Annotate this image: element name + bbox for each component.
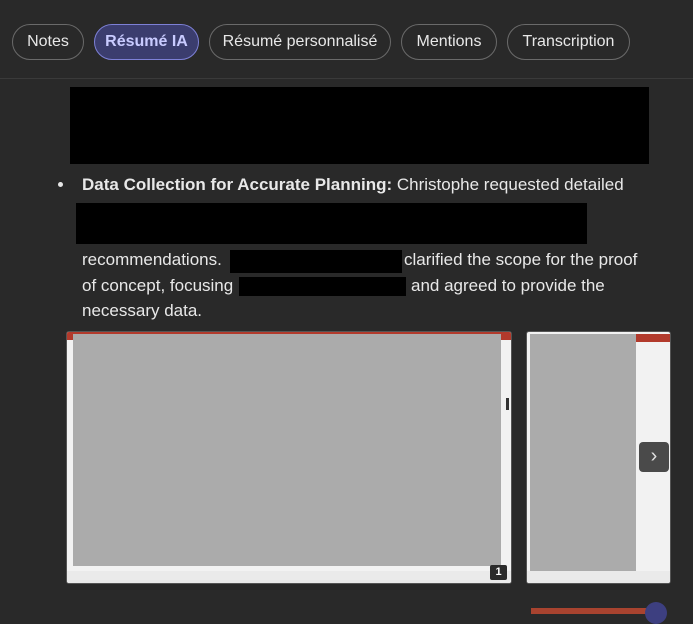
text-concept: of concept, focusing [82,276,234,295]
thumbnail-redacted-area-2 [530,334,636,572]
bullet-title: Data Collection for Accurate Planning: [82,175,393,194]
redacted-name-1 [230,250,402,273]
summary-line-5: necessary data. [82,300,202,322]
text-clarified: clarified the scope for the proof [404,250,638,269]
thumbnail-taskbar-2 [527,571,670,583]
summary-line-4: of concept, focusing [82,275,233,297]
tab-bar: Notes Résumé IA Résumé personnalisé Ment… [0,0,693,79]
tab-resume-personnalise[interactable]: Résumé personnalisé [209,24,391,60]
thumbnail-redacted-area [73,334,501,566]
chevron-right-icon[interactable]: › [639,442,669,472]
summary-line-3: recommendations. [82,249,222,271]
summary-line-3b: clarified the scope for the proof [404,249,637,271]
screenshot-thumbnail-1[interactable]: 1 [66,331,512,584]
tab-notes[interactable]: Notes [12,24,84,60]
partial-thumbnail-edge [531,608,646,614]
tab-transcription[interactable]: Transcription [507,24,630,60]
redacted-line-2 [76,203,587,244]
summary-line-4b: and agreed to provide the [411,275,605,297]
tab-mentions[interactable]: Mentions [401,24,497,60]
thumbnail-scroll-indicator [506,398,509,410]
text-recommendations: recommendations. [82,250,222,269]
redacted-block [70,87,649,164]
bullet-text: Christophe requested detailed [392,175,624,194]
summary-line-1: Data Collection for Accurate Planning: C… [82,174,624,196]
text-necessary-data: necessary data. [82,301,203,320]
thumbnail-taskbar [67,571,511,583]
partial-avatar [645,602,667,624]
bullet-marker [58,182,63,187]
redacted-name-2 [239,277,406,296]
tab-resume-ia[interactable]: Résumé IA [94,24,199,60]
text-agreed: and agreed to provide the [411,276,605,295]
thumbnail-index-badge: 1 [490,565,507,580]
